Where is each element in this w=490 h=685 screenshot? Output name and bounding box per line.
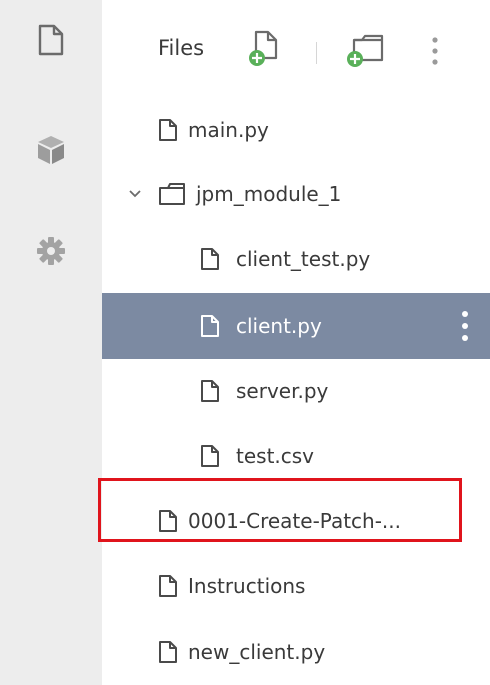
tree-item-instructions[interactable]: Instructions [102, 553, 490, 619]
tree-item-label: client_test.py [236, 247, 371, 271]
files-panel: Files main.py jpm_module_1 client_test.p… [102, 0, 490, 685]
package-cube-icon[interactable] [0, 134, 102, 166]
tree-item-label: jpm_module_1 [196, 182, 342, 206]
file-icon [200, 314, 220, 338]
file-icon [200, 247, 220, 271]
tree-item-label: client.py [236, 314, 322, 338]
tree-item-server-py[interactable]: server.py [102, 358, 490, 424]
folder-icon [158, 182, 186, 206]
header-divider [316, 42, 317, 64]
file-icon [158, 118, 178, 142]
panel-title: Files [158, 36, 205, 60]
tree-item-label: 0001-Create-Patch-... [188, 509, 402, 533]
more-vertical-icon[interactable] [460, 309, 470, 347]
new-file-icon[interactable] [248, 30, 282, 72]
tree-item-0001-create-patch[interactable]: 0001-Create-Patch-... [102, 488, 490, 554]
tree-item-label: test.csv [236, 444, 315, 468]
new-folder-icon[interactable] [346, 32, 386, 72]
tree-item-main-py[interactable]: main.py [102, 97, 490, 163]
file-icon [158, 574, 178, 598]
tree-item-label: new_client.py [188, 640, 326, 664]
file-icon [200, 379, 220, 403]
more-vertical-icon[interactable] [430, 36, 440, 70]
tree-item-new-client-py[interactable]: new_client.py [102, 619, 490, 685]
tree-item-label: server.py [236, 379, 329, 403]
tree-folder-jpm-module-1[interactable]: jpm_module_1 [102, 161, 490, 227]
file-icon [200, 444, 220, 468]
tree-item-label: main.py [188, 118, 269, 142]
file-icon[interactable] [0, 24, 102, 56]
activity-bar [0, 0, 102, 685]
chevron-down-icon[interactable] [128, 189, 142, 199]
tree-item-client-test-py[interactable]: client_test.py [102, 226, 490, 292]
files-panel-header: Files [102, 0, 490, 100]
gear-icon[interactable] [0, 236, 102, 266]
tree-item-client-py[interactable]: client.py [102, 293, 490, 359]
tree-item-label: Instructions [188, 574, 306, 598]
file-icon [158, 640, 178, 664]
tree-item-test-csv[interactable]: test.csv [102, 423, 490, 489]
file-icon [158, 509, 178, 533]
